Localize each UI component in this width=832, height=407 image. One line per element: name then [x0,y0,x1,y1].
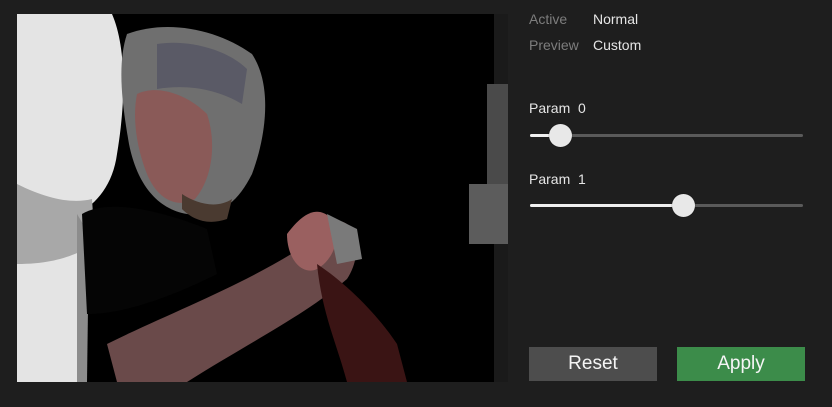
param-0-slider[interactable] [530,124,803,148]
param-0-label: Param 0 [529,100,586,116]
slider-thumb[interactable] [549,124,572,147]
active-value: Normal [593,11,639,27]
slider-thumb[interactable] [672,194,695,217]
preview-image [17,14,508,382]
slider-fill [530,204,683,207]
param-1-label: Param 1 [529,171,586,187]
apply-button[interactable]: Apply [677,347,805,381]
active-label: Active [529,11,568,27]
preview-label: Preview [529,37,579,53]
preview-value: Custom [593,37,642,53]
image-preview [17,14,508,382]
reset-button[interactable]: Reset [529,347,657,381]
param-1-slider[interactable] [530,194,803,218]
